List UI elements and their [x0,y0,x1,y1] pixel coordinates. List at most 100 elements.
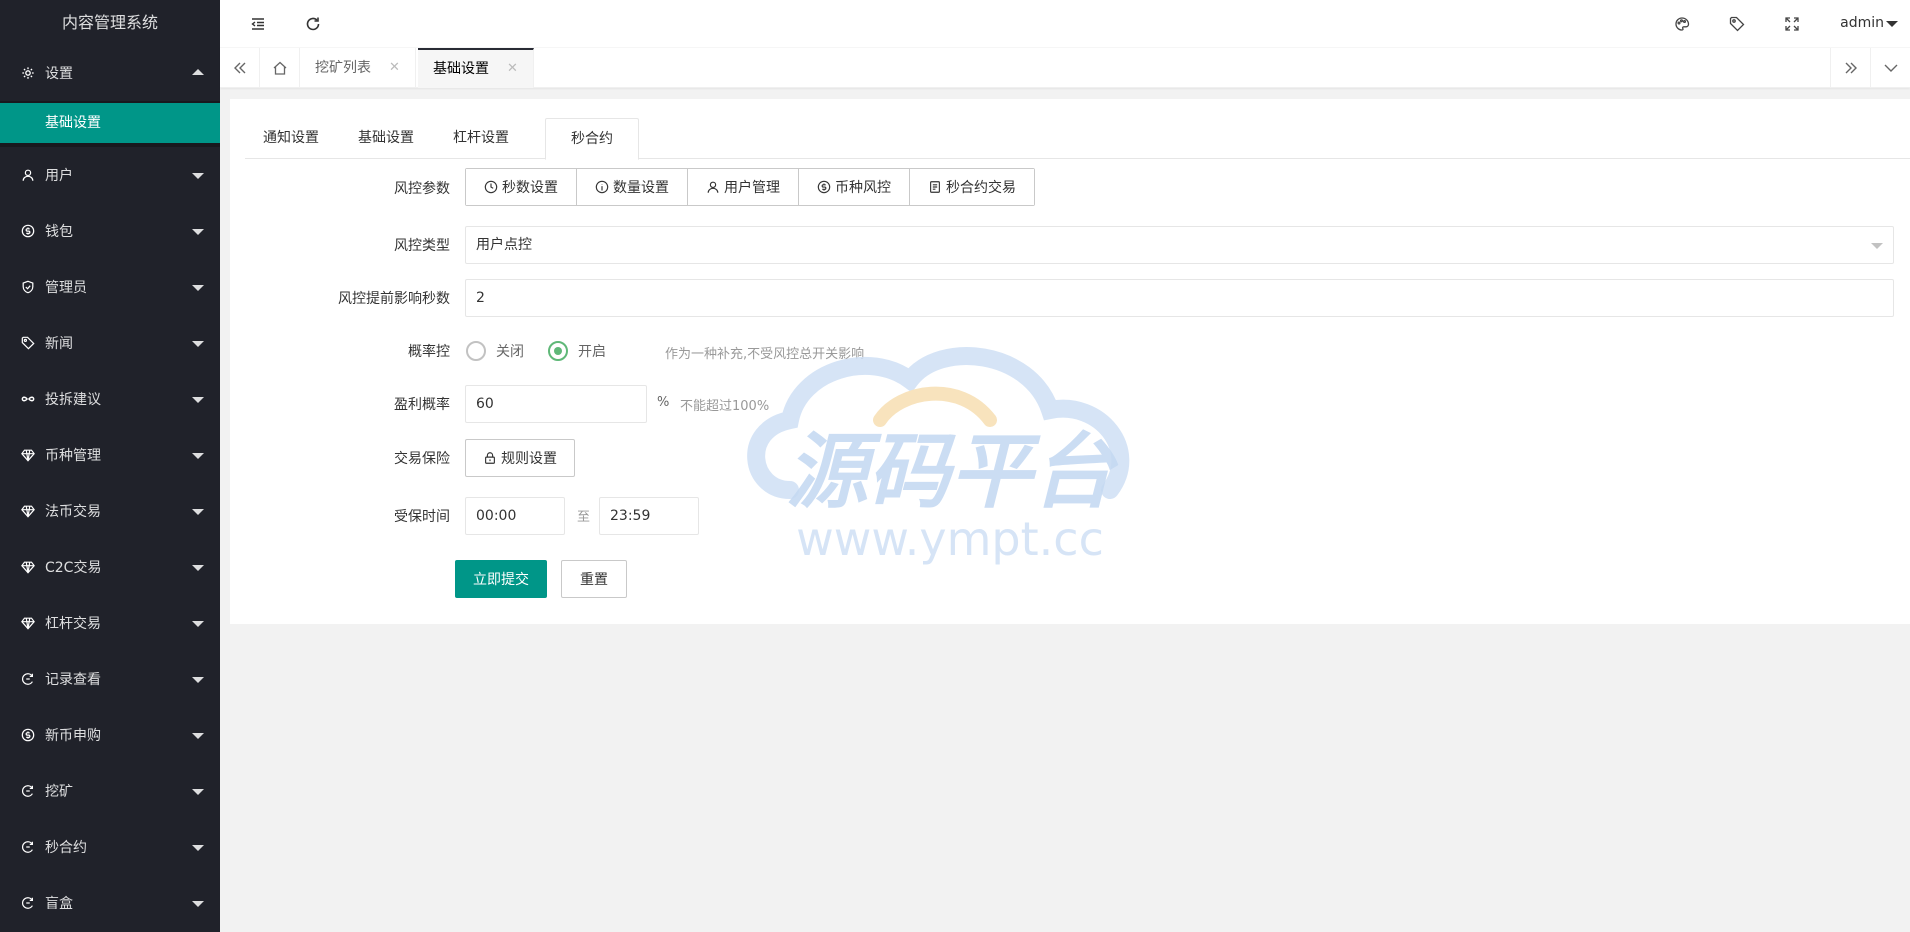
rule-settings-button[interactable]: 规则设置 [465,439,575,477]
double-chevron-left-icon [233,62,245,74]
risk-params-button-group: 秒数设置 数量设置 用户管理 币种风控 秒合约交易 [465,168,1035,206]
sidebar-item-news[interactable]: 新闻 [0,315,220,371]
tab-basic-settings[interactable]: 基础设置 [340,118,432,159]
diamond-icon [20,447,36,463]
quantity-settings-button[interactable]: 数量设置 [577,169,688,205]
sidebar-subitem-basic-settings[interactable]: 基础设置 [0,103,220,143]
radio-label: 关闭 [496,344,524,360]
tab-second-contract[interactable]: 秒合约 [545,118,639,160]
sidebar-item-label: 新币申购 [45,728,101,744]
dollar-icon [20,223,36,239]
lock-icon [485,452,495,464]
protect-time-end-input[interactable]: 23:59 [599,497,699,535]
sidebar-item-wallet[interactable]: 钱包 [0,203,220,259]
caret-down-icon [1886,21,1898,27]
second-contract-trading-button[interactable]: 秒合约交易 [910,169,1034,205]
reset-button[interactable]: 重置 [561,560,627,598]
sidebar-item-currency-management[interactable]: 币种管理 [0,427,220,483]
refresh-icon [20,783,36,799]
advance-seconds-input[interactable]: 2 [465,279,1894,317]
sidebar-item-label: 设置 [45,66,73,82]
sidebar-item-label: 用户 [45,168,73,184]
chevron-down-icon [192,509,204,515]
document-icon [930,181,940,193]
theme-button[interactable] [1657,0,1707,48]
chevron-down-icon [192,341,204,347]
chevron-down-icon [1884,64,1897,72]
sidebar-item-label: 管理员 [45,280,87,296]
menu-toggle-button[interactable] [233,0,283,48]
sidebar-item-fiat-trading[interactable]: 法币交易 [0,483,220,539]
app-title: 内容管理系统 [0,0,220,45]
risk-type-label: 风控类型 [394,238,450,254]
user-menu[interactable]: admin [1840,0,1898,48]
close-icon[interactable]: ✕ [389,48,400,88]
home-tab[interactable] [260,48,300,88]
win-rate-input[interactable]: 60 [465,385,647,423]
clock-icon [484,180,498,194]
risk-type-value: 用户点控 [476,237,532,253]
user-management-button[interactable]: 用户管理 [688,169,799,205]
protect-time-separator: 至 [577,510,591,525]
button-label: 秒数设置 [502,180,558,196]
chevron-down-icon [192,173,204,179]
prob-control-off-radio[interactable]: 关闭 [466,341,524,361]
tabs-menu-button[interactable] [1870,48,1910,88]
risk-params-label: 风控参数 [394,181,450,197]
page-tabs-bar: 挖矿列表 ✕ 基础设置 ✕ [220,48,1910,88]
tabs-scroll-right-button[interactable] [1830,48,1870,88]
sidebar-item-c2c-trading[interactable]: C2C交易 [0,539,220,595]
sidebar-item-records[interactable]: 记录查看 [0,651,220,707]
sidebar-item-settings[interactable]: 设置 [0,45,220,101]
prob-control-on-radio[interactable]: 开启 [548,341,606,361]
seconds-settings-button[interactable]: 秒数设置 [466,169,577,205]
chevron-down-icon [192,565,204,571]
tag-button[interactable] [1712,0,1762,48]
sidebar-item-suggestions[interactable]: 投拆建议 [0,371,220,427]
sidebar-item-users[interactable]: 用户 [0,147,220,203]
chevron-down-icon [192,733,204,739]
close-icon[interactable]: ✕ [507,50,518,88]
sidebar-item-new-coin-subscription[interactable]: 新币申购 [0,707,220,763]
tab-leverage-settings[interactable]: 杠杆设置 [435,118,527,159]
sidebar: 内容管理系统 设置 基础设置 用户 钱包 管理员 新闻 投拆建议 币种管理 法币… [0,0,220,932]
sidebar-item-label: 杠杆交易 [45,616,101,632]
sidebar-item-blind-box[interactable]: 盲盒 [0,875,220,931]
risk-type-select[interactable]: 用户点控 [465,226,1894,264]
submit-button[interactable]: 立即提交 [455,560,547,598]
diamond-icon [20,559,36,575]
sidebar-item-label: 投拆建议 [45,392,101,408]
prob-control-hint: 作为一种补充,不受风控总开关影响 [665,347,865,362]
sidebar-item-mining[interactable]: 挖矿 [0,763,220,819]
sidebar-item-second-contract[interactable]: 秒合约 [0,819,220,875]
button-label: 秒合约交易 [946,180,1016,196]
shield-icon [20,279,36,295]
protect-time-start-input[interactable]: 00:00 [465,497,565,535]
chevron-down-icon [192,845,204,851]
page-tab-basic-settings[interactable]: 基础设置 ✕ [418,48,534,88]
chevron-down-icon [1871,243,1883,249]
fullscreen-button[interactable] [1767,0,1817,48]
win-rate-label: 盈利概率 [394,397,450,413]
page-tab-mining-list[interactable]: 挖矿列表 ✕ [300,48,416,88]
tabs-scroll-left-button[interactable] [220,48,260,88]
chevron-down-icon [192,229,204,235]
win-rate-hint: 不能超过100% [680,399,770,414]
sidebar-item-leverage-trading[interactable]: 杠杆交易 [0,595,220,651]
currency-risk-button[interactable]: 币种风控 [799,169,910,205]
button-label: 币种风控 [835,180,891,196]
refresh-icon [20,839,36,855]
sidebar-item-label: C2C交易 [45,560,102,576]
refresh-button[interactable] [288,0,338,48]
radio-circle [548,341,568,361]
fullscreen-icon [1785,17,1799,31]
link-icon [20,391,36,407]
tab-notification-settings[interactable]: 通知设置 [245,118,337,159]
prob-control-label: 概率控 [408,344,450,360]
page-tab-label: 基础设置 [433,61,489,77]
sidebar-item-admins[interactable]: 管理员 [0,259,220,315]
chevron-down-icon [192,789,204,795]
chevron-up-icon [192,69,204,75]
chevron-down-icon [192,285,204,291]
sidebar-item-label: 秒合约 [45,840,87,856]
